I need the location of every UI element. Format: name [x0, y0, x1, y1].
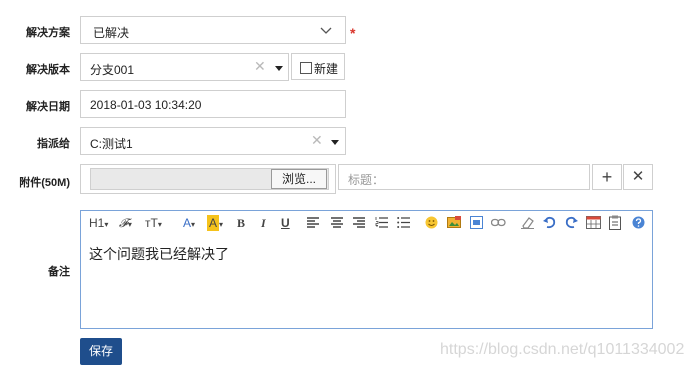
attachment-title-placeholder: 标题： [348, 173, 385, 187]
ordered-list-icon[interactable] [375, 216, 388, 229]
link-icon[interactable] [491, 218, 506, 227]
version-value: 分支001 [90, 63, 135, 77]
solution-select[interactable]: 已解决 [80, 16, 346, 44]
eraser-icon[interactable] [521, 216, 535, 229]
attachment-label: 附件(50M) [19, 177, 70, 189]
assign-select[interactable]: C:测试1 ✕ [80, 127, 346, 155]
add-attachment-button[interactable]: + [592, 164, 622, 190]
solution-label: 解决方案 [26, 27, 70, 39]
date-label: 解决日期 [26, 101, 70, 113]
remark-label: 备注 [48, 266, 70, 278]
attachment-title-input[interactable]: 标题： [338, 164, 590, 190]
watermark-text: https://blog.csdn.net/q1011334002 [440, 341, 685, 358]
media-icon[interactable] [470, 216, 483, 229]
assign-label: 指派给 [37, 138, 70, 150]
heading-dropdown[interactable]: H1▾ [89, 215, 108, 231]
font-size-dropdown[interactable]: тT▾ [145, 215, 162, 231]
remark-editor[interactable]: H1▾ 𝓕▾ тT▾ A▾ A ▾ B I U 这个问题我已经解决了 [80, 210, 653, 329]
align-right-icon[interactable] [353, 217, 365, 228]
editor-toolbar: H1▾ 𝓕▾ тT▾ A▾ A ▾ B I U [81, 211, 652, 235]
help-icon[interactable] [632, 216, 645, 229]
redo-icon[interactable] [565, 216, 578, 229]
underline-button[interactable]: U [281, 215, 290, 231]
save-button[interactable]: 保存 [80, 338, 122, 365]
date-value: 2018-01-03 10:34:20 [90, 98, 202, 112]
remove-attachment-button[interactable]: ✕ [623, 164, 653, 190]
image-icon[interactable] [447, 216, 461, 229]
bold-button[interactable]: B [237, 215, 245, 231]
browse-button[interactable]: 浏览... [271, 169, 327, 189]
undo-icon[interactable] [543, 216, 556, 229]
caret-down-icon[interactable] [275, 66, 283, 71]
new-version-label: 新建 [314, 62, 339, 76]
caret-down-icon[interactable] [331, 140, 339, 145]
paste-icon[interactable] [609, 215, 621, 230]
assign-value: C:测试1 [90, 137, 133, 151]
version-label: 解决版本 [26, 64, 70, 76]
unordered-list-icon[interactable] [397, 216, 410, 229]
font-family-dropdown[interactable]: 𝓕▾ [119, 215, 132, 231]
required-mark: * [350, 25, 356, 41]
version-clear-icon[interactable]: ✕ [254, 58, 266, 75]
bg-color-button[interactable]: A ▾ [207, 215, 223, 231]
align-left-icon[interactable] [307, 217, 319, 228]
chevron-down-icon [320, 27, 332, 34]
checkbox-icon[interactable] [300, 62, 312, 74]
new-version-checkbox[interactable]: 新建 [291, 53, 345, 80]
align-center-icon[interactable] [331, 217, 343, 228]
date-input[interactable]: 2018-01-03 10:34:20 [80, 90, 346, 118]
solution-value: 已解决 [93, 26, 130, 40]
font-color-button[interactable]: A▾ [183, 215, 195, 231]
remark-content[interactable]: 这个问题我已经解决了 [89, 244, 229, 264]
version-select[interactable]: 分支001 ✕ [80, 53, 289, 81]
table-icon[interactable] [586, 216, 601, 229]
italic-button[interactable]: I [261, 215, 266, 231]
emoji-icon[interactable] [425, 216, 438, 229]
assign-clear-icon[interactable]: ✕ [311, 132, 323, 149]
